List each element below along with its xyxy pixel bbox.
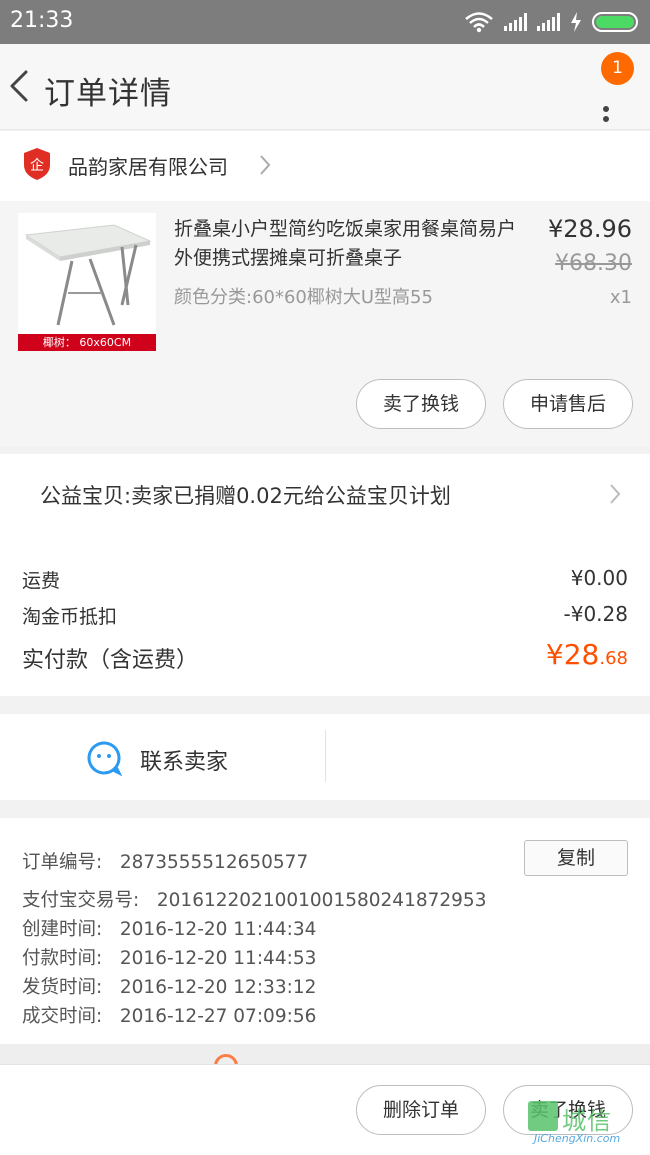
status-icons: [464, 10, 638, 34]
paid-time-row: 付款时间: 2016-12-20 11:44:53: [22, 944, 316, 970]
created-time-label: 创建时间:: [22, 919, 103, 940]
paid-amount-label: 实付款（含运费）: [22, 648, 199, 673]
order-number-row: 订单编号: 2873555512650577: [22, 848, 308, 874]
chat-bubble-icon[interactable]: [86, 740, 122, 776]
battery-icon: [592, 12, 638, 32]
order-number-label: 订单编号:: [22, 852, 103, 873]
watermark-en: JiChengXin.com: [534, 1132, 621, 1145]
charity-row[interactable]: 公益宝贝:卖家已捐赠0.02元给公益宝贝计划: [0, 454, 650, 532]
alipay-trade-row: 支付宝交易号: 2016122021001001580241872953: [22, 886, 486, 912]
chevron-right-icon: [260, 155, 271, 175]
shipped-time-label: 发货时间:: [22, 977, 103, 998]
signal-icon: [504, 13, 527, 31]
folding-table-image: [24, 224, 152, 326]
charging-icon: [571, 12, 581, 32]
product-price: ¥28.96: [548, 215, 632, 243]
watermark-logo: 城信 JiChengXin.com: [528, 1101, 646, 1147]
fees-section: 运费 ¥0.00 淘金币抵扣 -¥0.28 实付款（含运费） ¥28.68: [0, 532, 650, 696]
created-time-value: 2016-12-20 11:44:34: [119, 919, 317, 940]
paid-amount-decimal: .68: [599, 648, 628, 669]
product-original-price: ¥68.30: [555, 251, 632, 276]
coin-deduction-value: -¥0.28: [563, 602, 628, 626]
contact-seller-button[interactable]: 联系卖家: [140, 744, 228, 776]
banner-icon: [214, 1054, 238, 1064]
created-time-row: 创建时间: 2016-12-20 11:44:34: [22, 915, 316, 941]
paid-time-label: 付款时间:: [22, 948, 103, 969]
shop-logo-icon: 企: [24, 148, 50, 180]
shipping-label: 运费: [22, 570, 61, 592]
completed-time-value: 2016-12-27 07:09:56: [119, 1006, 317, 1027]
apply-after-sale-button[interactable]: 申请售后: [503, 379, 633, 429]
notification-badge: 1: [601, 52, 634, 85]
paid-amount-main: ¥28: [545, 638, 600, 671]
alipay-trade-value: 2016122021001001580241872953: [156, 890, 487, 911]
status-time: 21:33: [10, 8, 74, 33]
wifi-icon: [465, 12, 493, 33]
product-card[interactable]: 椰树： 60x60CM 折叠桌小户型简约吃饭桌家用餐桌简易户外便携式摆摊桌可折叠…: [0, 201, 650, 447]
more-menu-button[interactable]: [594, 84, 618, 124]
navbar: 订单详情: [0, 44, 650, 130]
contact-bar: 联系卖家: [0, 714, 650, 800]
status-bar: 21:33: [0, 0, 650, 44]
product-spec: 颜色分类:60*60椰树大U型高55: [174, 287, 433, 308]
product-image-caption: 椰树： 60x60CM: [18, 334, 156, 351]
product-image[interactable]: 椰树： 60x60CM: [18, 213, 156, 351]
watermark-cn: 城信: [562, 1107, 612, 1135]
charity-text: 公益宝贝:卖家已捐赠0.02元给公益宝贝计划: [40, 484, 451, 508]
watermark-mark-icon: [528, 1101, 558, 1131]
shipping-value: ¥0.00: [570, 566, 628, 590]
signal-icon-2: [537, 13, 560, 31]
completed-time-row: 成交时间: 2016-12-27 07:09:56: [22, 1002, 316, 1028]
product-quantity: x1: [609, 287, 632, 308]
order-number-value: 2873555512650577: [119, 852, 309, 873]
coin-deduction-label: 淘金币抵扣: [22, 606, 118, 628]
chevron-right-icon: [610, 484, 621, 504]
shipped-time-value: 2016-12-20 12:33:12: [119, 977, 317, 998]
hidden-banner-peek: [0, 1044, 650, 1064]
alipay-trade-label: 支付宝交易号:: [22, 890, 140, 911]
completed-time-label: 成交时间:: [22, 1006, 103, 1027]
back-arrow-icon[interactable]: [6, 66, 36, 106]
divider: [325, 730, 326, 782]
copy-order-number-button[interactable]: 复制: [524, 840, 628, 876]
page-title: 订单详情: [44, 76, 172, 112]
more-dot-icon: [603, 116, 609, 122]
shop-name[interactable]: 品韵家居有限公司: [68, 151, 228, 180]
product-title[interactable]: 折叠桌小户型简约吃饭桌家用餐桌简易户外便携式摆摊桌可折叠桌子: [174, 215, 524, 273]
paid-amount-value: ¥28.68: [546, 638, 628, 671]
shop-logo-text: 企: [30, 157, 44, 174]
more-dot-icon: [603, 106, 609, 112]
shop-row[interactable]: 企 品韵家居有限公司: [0, 131, 650, 201]
delete-order-button[interactable]: 删除订单: [356, 1085, 486, 1135]
sell-for-cash-button[interactable]: 卖了换钱: [356, 379, 486, 429]
shipped-time-row: 发货时间: 2016-12-20 12:33:12: [22, 973, 316, 999]
paid-time-value: 2016-12-20 11:44:53: [119, 948, 317, 969]
order-info: 订单编号: 2873555512650577 复制 支付宝交易号: 201612…: [0, 818, 650, 1044]
